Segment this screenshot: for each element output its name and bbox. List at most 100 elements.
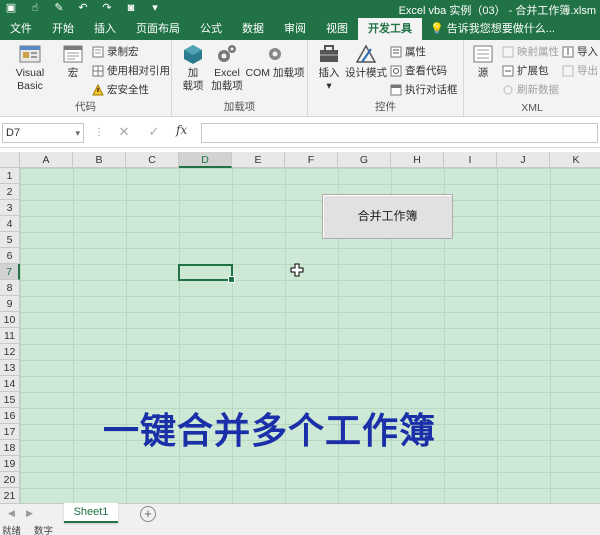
design-mode-icon <box>355 44 377 63</box>
group-controls: 插入 ▾ 设计模式 属性 查看代码 执行对话框 控件 <box>308 40 464 117</box>
save-icon[interactable]: ▣ <box>4 1 18 15</box>
redo-icon[interactable]: ↷ <box>100 1 114 15</box>
visual-basic-label: Visual Basic <box>15 67 45 92</box>
xml-source-button[interactable]: 源 <box>468 43 498 80</box>
undo-icon[interactable]: ↶ <box>76 1 90 15</box>
row-header-16[interactable]: 16 <box>0 408 20 424</box>
relative-reference-button[interactable]: 使用相对引用 <box>92 63 170 78</box>
worksheet-grid: ABCDEFGHIJK 1 2 3 4 5 6 7 8 9 10 11 12 13 14 15 16 17 18 1… <box>0 152 600 503</box>
macro-button[interactable]: 宏 <box>60 43 86 80</box>
row-header-19[interactable]: 19 <box>0 456 20 472</box>
design-mode-button[interactable]: 设计模式 <box>344 43 388 80</box>
row-header-13[interactable]: 13 <box>0 360 20 376</box>
gear-icon <box>218 45 236 62</box>
column-header-g[interactable]: G <box>338 152 391 168</box>
warning-icon <box>92 83 104 95</box>
excel-addins-button[interactable]: Excel 加载项 <box>210 43 244 93</box>
tab-review[interactable]: 审阅 <box>274 18 316 40</box>
select-all-corner[interactable] <box>0 152 20 168</box>
macro-security-button[interactable]: 宏安全性 <box>92 82 149 97</box>
tab-page-layout[interactable]: 页面布局 <box>126 18 190 40</box>
xml-import-button[interactable]: 导入 <box>562 44 598 59</box>
cancel-entry-icon[interactable]: ✕ <box>116 124 132 140</box>
group-addins: 加 载项 Excel 加载项 COM 加载项 加载项 <box>172 40 308 117</box>
xml-export-button[interactable]: 导出 <box>562 63 598 78</box>
row-header-18[interactable]: 18 <box>0 440 20 456</box>
cell-grid[interactable]: 合并工作簿 一键合并多个工作簿 <box>20 168 600 503</box>
active-cell[interactable] <box>178 264 235 283</box>
name-box[interactable]: D7 ▾ <box>2 123 84 143</box>
row-header-4[interactable]: 4 <box>0 216 20 232</box>
visual-basic-button[interactable]: Visual Basic <box>2 43 58 93</box>
view-code-button[interactable]: 查看代码 <box>390 63 447 78</box>
confirm-entry-icon[interactable]: ✓ <box>146 124 162 140</box>
run-dialog-button[interactable]: 执行对话框 <box>390 82 458 97</box>
group-addins-label: 加载项 <box>223 101 256 113</box>
com-addins-button[interactable]: COM 加载项 <box>244 43 306 80</box>
view-code-label: 查看代码 <box>405 65 447 77</box>
scroll-right-icon[interactable]: ▶ <box>26 508 33 519</box>
chevron-down-icon[interactable]: ▾ <box>75 124 80 142</box>
row-header-1[interactable]: 1 <box>0 168 20 184</box>
tab-data[interactable]: 数据 <box>232 18 274 40</box>
row-header-2[interactable]: 2 <box>0 184 20 200</box>
addins-label-1: 加 <box>187 67 199 79</box>
row-header-5[interactable]: 5 <box>0 232 20 248</box>
column-header-d[interactable]: D <box>179 152 232 168</box>
record-macro-button[interactable]: 录制宏 <box>92 44 139 59</box>
column-header-h[interactable]: H <box>391 152 444 168</box>
window-title: Excel vba 实例（03） - 合并工作簿.xlsm <box>398 5 596 17</box>
column-header-k[interactable]: K <box>550 152 600 168</box>
row-header-12[interactable]: 12 <box>0 344 20 360</box>
tell-me-search[interactable]: 💡 告诉我您想要做什么... <box>422 18 555 40</box>
refresh-data-button[interactable]: 刷新数据 <box>502 82 559 97</box>
tab-formulas[interactable]: 公式 <box>190 18 232 40</box>
xml-export-label: 导出 <box>577 65 598 77</box>
row-header-14[interactable]: 14 <box>0 376 20 392</box>
add-sheet-icon[interactable]: + <box>140 506 156 522</box>
customize-qat-icon[interactable]: ▾ <box>148 1 162 15</box>
macro-security-label: 宏安全性 <box>107 84 149 96</box>
row-header-10[interactable]: 10 <box>0 312 20 328</box>
row-header-20[interactable]: 20 <box>0 472 20 488</box>
column-header-a[interactable]: A <box>20 152 73 168</box>
tab-home[interactable]: 开始 <box>42 18 84 40</box>
sheet-tab-sheet1[interactable]: Sheet1 <box>64 503 118 523</box>
camera-icon[interactable]: ◙ <box>124 1 138 15</box>
row-header-3[interactable]: 3 <box>0 200 20 216</box>
row-header-15[interactable]: 15 <box>0 392 20 408</box>
row-header-6[interactable]: 6 <box>0 248 20 264</box>
scroll-left-icon[interactable]: ◀ <box>8 508 15 519</box>
tab-insert[interactable]: 插入 <box>84 18 126 40</box>
column-header-e[interactable]: E <box>232 152 285 168</box>
row-header-11[interactable]: 11 <box>0 328 20 344</box>
relative-reference-label: 使用相对引用 <box>107 65 170 77</box>
tab-file[interactable]: 文件 <box>0 18 42 40</box>
insert-control-button[interactable]: 插入 ▾ <box>314 43 344 93</box>
column-header-c[interactable]: C <box>126 152 179 168</box>
map-properties-icon <box>502 46 514 57</box>
tab-view[interactable]: 视图 <box>316 18 358 40</box>
record-macro-icon <box>92 46 104 57</box>
insert-function-button[interactable]: fx <box>176 123 187 137</box>
row-header-8[interactable]: 8 <box>0 280 20 296</box>
formula-input[interactable] <box>201 123 598 143</box>
expansion-packs-button[interactable]: 扩展包 <box>502 63 549 78</box>
touch-mode-icon[interactable]: ☝ <box>28 1 42 15</box>
column-header-b[interactable]: B <box>73 152 126 168</box>
column-header-f[interactable]: F <box>285 152 338 168</box>
map-properties-button[interactable]: 映射属性 <box>502 44 559 59</box>
row-header-9[interactable]: 9 <box>0 296 20 312</box>
addins-button[interactable]: 加 载项 <box>178 43 208 93</box>
row-header-21[interactable]: 21 <box>0 488 20 503</box>
tab-developer[interactable]: 开发工具 <box>358 18 422 40</box>
row-header-7[interactable]: 7 <box>0 264 20 280</box>
formula-bar: D7 ▾ ⋮ ✕ ✓ fx <box>0 118 600 148</box>
format-painter-icon[interactable]: ✎ <box>52 1 66 15</box>
column-header-j[interactable]: J <box>497 152 550 168</box>
merge-workbooks-button[interactable]: 合并工作簿 <box>322 194 453 239</box>
column-header-i[interactable]: I <box>444 152 497 168</box>
properties-button[interactable]: 属性 <box>390 44 426 59</box>
row-header-17[interactable]: 17 <box>0 424 20 440</box>
design-mode-label: 设计模式 <box>345 67 387 79</box>
